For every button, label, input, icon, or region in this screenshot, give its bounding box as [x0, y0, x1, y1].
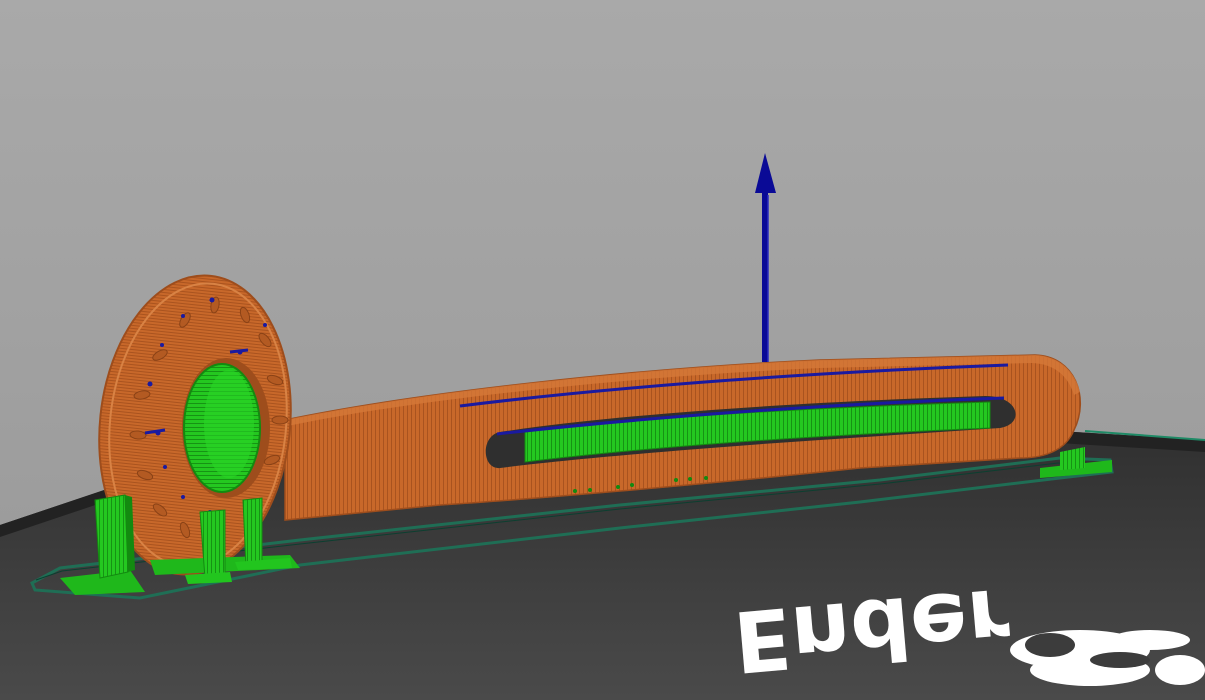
- 3d-viewport[interactable]: Ender: [0, 0, 1205, 700]
- bed-logo-emblem-icon: [1010, 630, 1205, 686]
- layer-preview-scene[interactable]: Ender: [0, 0, 1205, 700]
